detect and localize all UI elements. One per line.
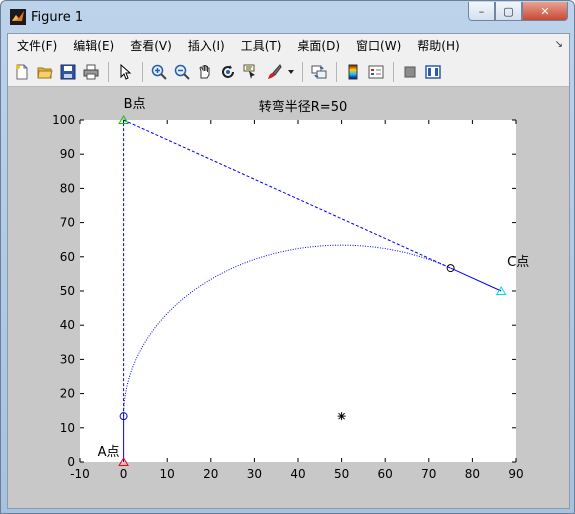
x-tick-label: -10 xyxy=(70,467,90,481)
figure-canvas[interactable]: 转弯半径R=50 -10 0 10 20 30 40 50 60 70 80 90 0 10 20 30 40 5… xyxy=(8,88,569,508)
toolbar-separator xyxy=(302,61,303,82)
y-tick-label: 10 xyxy=(60,421,75,435)
new-file-icon[interactable] xyxy=(11,61,33,83)
menu-help[interactable]: 帮助(H) xyxy=(408,37,466,54)
menu-file[interactable]: 文件(F) xyxy=(8,37,64,54)
menu-edit[interactable]: 编辑(E) xyxy=(64,37,121,54)
x-tick-label: 10 xyxy=(160,467,175,481)
toolbar-separator xyxy=(393,61,394,82)
y-tick-label: 50 xyxy=(60,284,75,298)
toolbar-separator xyxy=(142,61,143,82)
menu-insert[interactable]: 插入(I) xyxy=(179,37,232,54)
point-a-label: A点 xyxy=(98,445,120,460)
point-b-label: B点 xyxy=(124,97,146,112)
toolbar-separator xyxy=(108,61,109,82)
center-star-marker xyxy=(337,412,346,421)
menu-overflow-icon[interactable]: ↘ xyxy=(555,39,563,50)
figure-client-area: 文件(F) 编辑(E) 查看(V) 插入(I) 工具(T) 桌面(D) 窗口(W… xyxy=(7,33,570,509)
point-c-label: C点 xyxy=(507,255,529,270)
chart-title: 转弯半径R=50 xyxy=(259,99,347,115)
x-tick-label: 80 xyxy=(465,467,480,481)
y-tick-label: 80 xyxy=(60,181,75,195)
legend-icon[interactable] xyxy=(365,61,387,83)
plot-svg[interactable]: 转弯半径R=50-10 0 10 20 30 40 50 60 70 80 900102030405… xyxy=(8,88,569,508)
matlab-logo-icon xyxy=(10,9,26,25)
y-tick-label: 90 xyxy=(60,147,75,161)
brush-dropdown-icon[interactable] xyxy=(286,61,296,83)
minimize-button[interactable]: – xyxy=(468,2,495,21)
menu-window[interactable]: 窗口(W) xyxy=(347,37,408,54)
y-tick-label: 40 xyxy=(60,318,75,332)
x-tick-label: 40 xyxy=(290,467,305,481)
hide-plot-tools-icon[interactable] xyxy=(399,61,421,83)
window-controls: – ▢ ✕ xyxy=(468,2,568,22)
menu-tools[interactable]: 工具(T) xyxy=(232,37,289,54)
pointer-icon[interactable] xyxy=(114,61,136,83)
zoom-out-icon[interactable] xyxy=(171,61,193,83)
colorbar-icon[interactable] xyxy=(342,61,364,83)
axes-background xyxy=(80,120,516,462)
toolbar-separator xyxy=(336,61,337,82)
pan-hand-icon[interactable] xyxy=(194,61,216,83)
show-plot-tools-icon[interactable] xyxy=(422,61,444,83)
x-tick-label: 20 xyxy=(203,467,218,481)
window-title: Figure 1 xyxy=(31,10,84,25)
save-icon[interactable] xyxy=(57,61,79,83)
menu-bar: 文件(F) 编辑(E) 查看(V) 插入(I) 工具(T) 桌面(D) 窗口(W… xyxy=(8,34,569,57)
y-tick-label: 100 xyxy=(52,113,75,127)
y-tick-label: 0 xyxy=(67,455,75,469)
figure-toolbar xyxy=(8,57,569,87)
x-tick-label: 30 xyxy=(247,467,262,481)
data-cursor-icon[interactable] xyxy=(240,61,262,83)
open-folder-icon[interactable] xyxy=(34,61,56,83)
y-tick-label: 30 xyxy=(60,352,75,366)
menu-desktop[interactable]: 桌面(D) xyxy=(288,37,347,54)
title-bar[interactable]: Figure 1 – ▢ ✕ xyxy=(1,1,574,33)
x-tick-label: 0 xyxy=(120,467,128,481)
brush-icon[interactable] xyxy=(263,61,285,83)
y-tick-label: 70 xyxy=(60,216,75,230)
link-plot-icon[interactable] xyxy=(308,61,330,83)
x-tick-label: 70 xyxy=(421,467,436,481)
rotate-3d-icon[interactable] xyxy=(217,61,239,83)
x-tick-label: 90 xyxy=(508,467,523,481)
zoom-in-icon[interactable] xyxy=(148,61,170,83)
x-tick-label: 60 xyxy=(378,467,393,481)
print-icon[interactable] xyxy=(80,61,102,83)
x-tick-label: 50 xyxy=(334,467,349,481)
figure-window: Figure 1 – ▢ ✕ 文件(F) 编辑(E) 查看(V) 插入(I) 工… xyxy=(0,0,575,514)
y-tick-label: 20 xyxy=(60,387,75,401)
maximize-button[interactable]: ▢ xyxy=(495,2,522,21)
menu-view[interactable]: 查看(V) xyxy=(121,37,179,54)
y-tick-label: 60 xyxy=(60,250,75,264)
close-button[interactable]: ✕ xyxy=(522,2,568,21)
